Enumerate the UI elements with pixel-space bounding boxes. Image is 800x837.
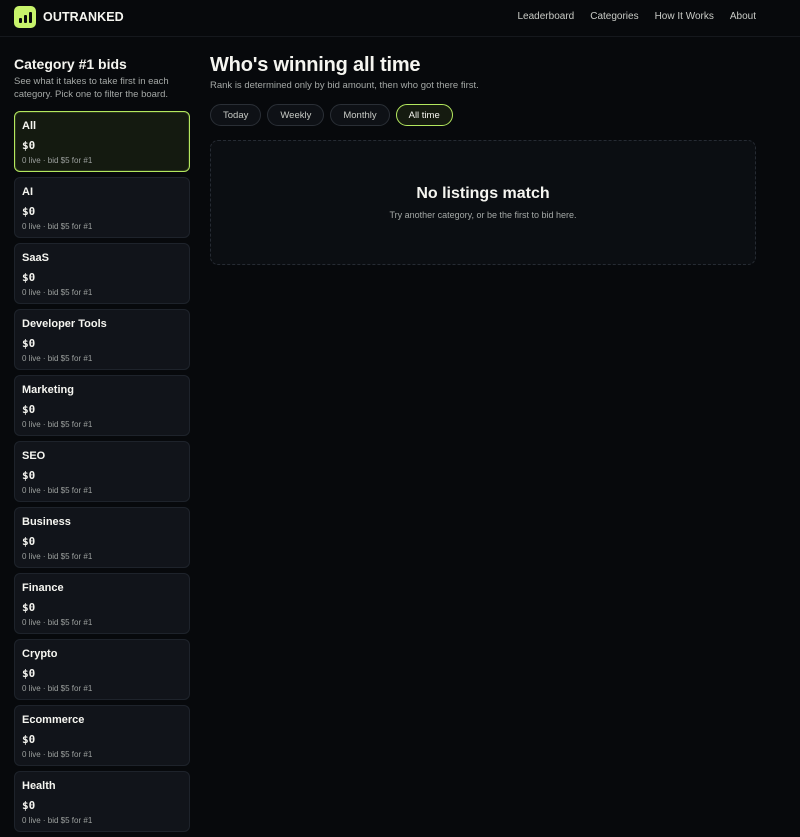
top-navigation-bar: OUTRANKED Leaderboard Categories How It … bbox=[0, 0, 800, 37]
category-top-bid: $0 bbox=[22, 799, 36, 812]
page-subtitle: Rank is determined only by bid amount, t… bbox=[210, 80, 479, 91]
category-top-bid: $0 bbox=[22, 535, 36, 548]
category-meta: 0 live · bid $5 for #1 bbox=[22, 354, 93, 363]
category-card-list: All $0 0 live · bid $5 for #1 AI $0 0 li… bbox=[14, 111, 190, 832]
category-name: Marketing bbox=[22, 384, 74, 396]
page-title: Who's winning all time bbox=[210, 54, 421, 76]
category-meta: 0 live · bid $5 for #1 bbox=[22, 618, 93, 627]
category-card-all[interactable]: All $0 0 live · bid $5 for #1 bbox=[14, 111, 190, 172]
sidebar-title: Category #1 bids bbox=[14, 56, 127, 72]
category-top-bid: $0 bbox=[22, 469, 36, 482]
category-top-bid: $0 bbox=[22, 403, 36, 416]
nav-leaderboard[interactable]: Leaderboard bbox=[518, 11, 575, 22]
category-sidebar: Category #1 bids See what it takes to ta… bbox=[14, 56, 190, 837]
nav-how-it-works[interactable]: How It Works bbox=[655, 11, 714, 22]
category-name: Crypto bbox=[22, 648, 58, 660]
time-range-tabs: Today Weekly Monthly All time bbox=[210, 104, 756, 126]
main-nav: Leaderboard Categories How It Works Abou… bbox=[518, 11, 757, 22]
bar-chart-icon bbox=[14, 6, 36, 28]
category-meta: 0 live · bid $5 for #1 bbox=[22, 486, 93, 495]
category-meta: 0 live · bid $5 for #1 bbox=[22, 288, 93, 297]
category-meta: 0 live · bid $5 for #1 bbox=[22, 684, 93, 693]
category-top-bid: $0 bbox=[22, 271, 36, 284]
tab-today[interactable]: Today bbox=[210, 104, 262, 126]
category-name: SEO bbox=[22, 450, 46, 462]
category-name: Ecommerce bbox=[22, 714, 85, 726]
category-card-seo[interactable]: SEO $0 0 live · bid $5 for #1 bbox=[14, 441, 190, 502]
category-card-crypto[interactable]: Crypto $0 0 live · bid $5 for #1 bbox=[14, 639, 190, 700]
category-card-developer-tools[interactable]: Developer Tools $0 0 live · bid $5 for #… bbox=[14, 309, 190, 370]
category-meta: 0 live · bid $5 for #1 bbox=[22, 420, 93, 429]
category-top-bid: $0 bbox=[22, 667, 36, 680]
category-card-ai[interactable]: AI $0 0 live · bid $5 for #1 bbox=[14, 177, 190, 238]
tab-monthly[interactable]: Monthly bbox=[330, 104, 390, 126]
tab-weekly[interactable]: Weekly bbox=[267, 104, 325, 126]
nav-categories[interactable]: Categories bbox=[590, 11, 638, 22]
category-name: SaaS bbox=[22, 252, 49, 264]
category-meta: 0 live · bid $5 for #1 bbox=[22, 750, 93, 759]
category-card-finance[interactable]: Finance $0 0 live · bid $5 for #1 bbox=[14, 573, 190, 634]
category-meta: 0 live · bid $5 for #1 bbox=[22, 552, 93, 561]
category-top-bid: $0 bbox=[22, 601, 36, 614]
sidebar-description: See what it takes to take first in each … bbox=[14, 76, 169, 100]
category-name: AI bbox=[22, 186, 33, 198]
category-meta: 0 live · bid $5 for #1 bbox=[22, 156, 93, 165]
empty-state-panel: No listings match Try another category, … bbox=[210, 140, 756, 265]
nav-about[interactable]: About bbox=[730, 11, 756, 22]
category-name: Health bbox=[22, 780, 56, 792]
category-card-marketing[interactable]: Marketing $0 0 live · bid $5 for #1 bbox=[14, 375, 190, 436]
category-name: All bbox=[22, 120, 37, 132]
category-top-bid: $0 bbox=[22, 337, 36, 350]
category-top-bid: $0 bbox=[22, 205, 36, 218]
category-name: Finance bbox=[22, 582, 64, 594]
category-card-health[interactable]: Health $0 0 live · bid $5 for #1 bbox=[14, 771, 190, 832]
brand[interactable]: OUTRANKED bbox=[14, 6, 124, 28]
brand-name: OUTRANKED bbox=[43, 10, 124, 24]
category-card-saas[interactable]: SaaS $0 0 live · bid $5 for #1 bbox=[14, 243, 190, 304]
category-meta: 0 live · bid $5 for #1 bbox=[22, 222, 93, 231]
empty-state-title: No listings match bbox=[416, 185, 550, 202]
category-top-bid: $0 bbox=[22, 733, 36, 746]
category-name: Developer Tools bbox=[22, 318, 107, 330]
leaderboard-main: Who's winning all time Rank is determine… bbox=[210, 54, 756, 265]
category-top-bid: $0 bbox=[22, 139, 36, 152]
empty-state-description: Try another category, or be the first to… bbox=[389, 210, 577, 220]
category-name: Business bbox=[22, 516, 71, 528]
category-card-ecommerce[interactable]: Ecommerce $0 0 live · bid $5 for #1 bbox=[14, 705, 190, 766]
tab-all-time[interactable]: All time bbox=[395, 104, 453, 126]
category-card-business[interactable]: Business $0 0 live · bid $5 for #1 bbox=[14, 507, 190, 568]
category-meta: 0 live · bid $5 for #1 bbox=[22, 816, 93, 825]
